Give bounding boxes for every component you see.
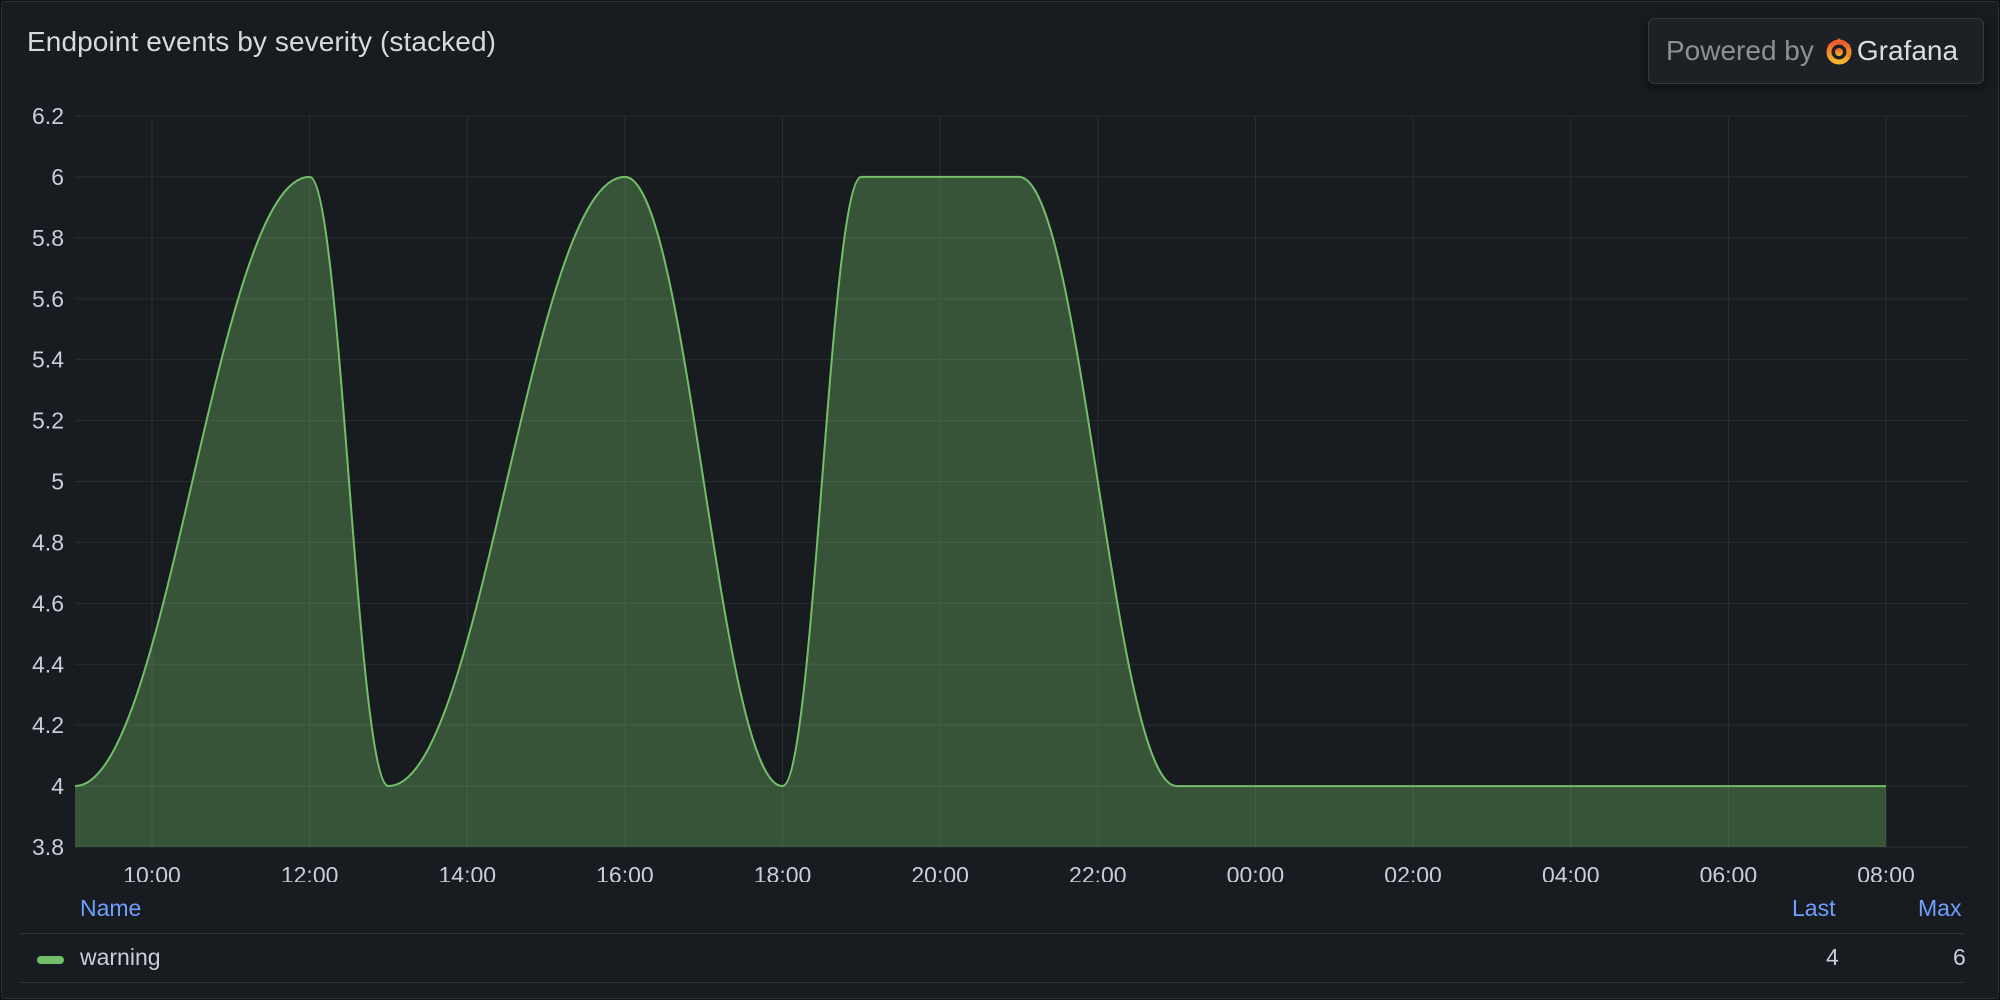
y-tick-label: 3.8 (32, 834, 64, 860)
y-tick-label: 6.2 (32, 103, 64, 129)
x-tick-label: 12:00 (281, 862, 339, 882)
legend-header-last[interactable]: Last (1792, 895, 1835, 922)
x-tick-label: 10:00 (123, 862, 181, 882)
y-tick-label: 5 (51, 469, 64, 495)
y-tick-label: 4 (51, 773, 64, 799)
x-axis: 10:00 12:00 14:00 16:00 18:00 20:00 22:00 00:00… (123, 862, 1915, 882)
legend-header-name[interactable]: Name (80, 895, 141, 922)
x-tick-label: 20:00 (911, 862, 969, 882)
x-tick-label: 00:00 (1227, 862, 1285, 882)
y-tick-label: 5.4 (32, 347, 64, 373)
x-tick-label: 06:00 (1700, 862, 1758, 882)
x-tick-label: 14:00 (438, 862, 496, 882)
y-tick-label: 4.4 (32, 651, 64, 677)
legend-series-name[interactable]: warning (80, 944, 161, 971)
legend-series-max: 6 (1953, 944, 1966, 970)
x-tick-label: 16:00 (596, 862, 654, 882)
legend-series-last: 4 (1826, 944, 1839, 970)
series-area-fill (75, 176, 1886, 847)
y-tick-label: 4.6 (32, 590, 64, 616)
x-tick-label: 18:00 (754, 862, 812, 882)
x-tick-label: 02:00 (1384, 862, 1442, 882)
time-series-chart: 6.265.85.65.45.254.84.64.44.243.8 10:00 1… (32, 103, 1968, 882)
series-area-layer (74, 175, 1886, 847)
legend-bottom-divider (19, 982, 1964, 983)
y-tick-label: 5.6 (32, 286, 64, 312)
y-tick-label: 4.8 (32, 529, 64, 555)
x-tick-label: 08:00 (1857, 862, 1915, 882)
legend-header-max[interactable]: Max (1918, 895, 1961, 922)
y-tick-label: 6 (51, 164, 64, 190)
y-tick-label: 5.8 (32, 225, 64, 251)
chart-panel: Endpoint events by severity (stacked) Po… (1, 1, 1999, 999)
x-tick-label: 04:00 (1542, 862, 1600, 882)
y-axis: 6.2 6 5.8 5.6 5.4 5.2 5 4.8 4.6 4.4 4.2 4 3.8 (32, 103, 64, 860)
x-tick-label: 22:00 (1069, 862, 1127, 882)
y-tick-label: 5.2 (32, 408, 64, 434)
legend-divider (19, 933, 1964, 934)
legend-series-color (37, 956, 64, 964)
y-tick-label: 4.2 (32, 712, 64, 738)
